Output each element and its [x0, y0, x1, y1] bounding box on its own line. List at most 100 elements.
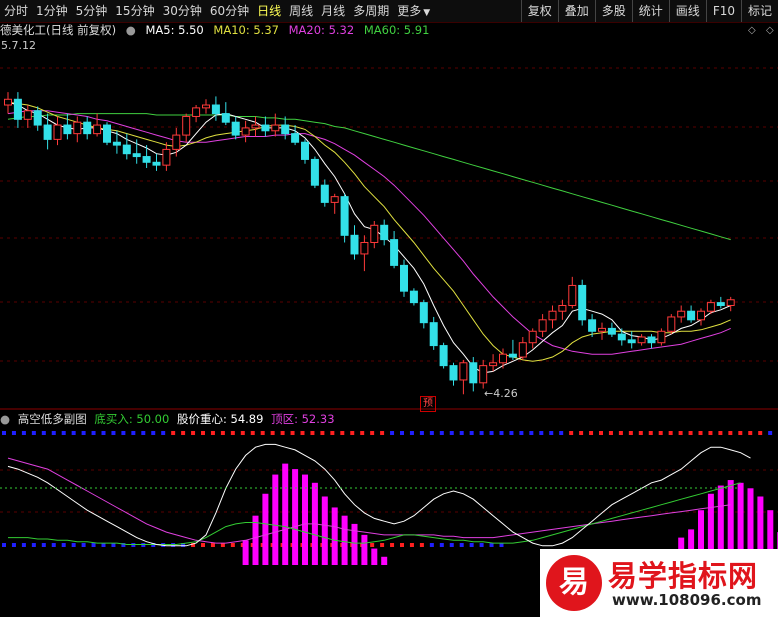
- top-dot-69: [688, 431, 693, 435]
- top-dot-58: [579, 431, 584, 435]
- bottom-dot-46: [459, 543, 464, 547]
- watermark-logo: 易: [546, 555, 602, 611]
- candle-body-71: [706, 302, 715, 312]
- candle-body-36: [360, 241, 369, 255]
- top-dot-34: [340, 431, 345, 435]
- candle-body-70: [697, 310, 705, 321]
- low-price-label: ←4.26: [484, 387, 518, 400]
- candle-body-56: [558, 304, 567, 312]
- buy-value: 底买入: 50.00: [94, 412, 170, 426]
- candle-body-64: [637, 336, 646, 344]
- bottom-dot-38: [380, 543, 385, 547]
- candle-body-66: [657, 330, 666, 344]
- top-dot-50: [499, 431, 504, 435]
- top-dot-59: [589, 431, 594, 435]
- top-dot-68: [678, 431, 683, 435]
- buy-line: [8, 482, 741, 545]
- candle-body-57: [568, 284, 577, 306]
- top-dot-31: [310, 431, 315, 435]
- top-dot-41: [409, 431, 414, 435]
- candle-body-9: [93, 124, 102, 135]
- top-dot-19: [191, 431, 196, 435]
- bottom-dot-49: [489, 543, 494, 547]
- top-dot-6: [61, 431, 66, 435]
- top-dot-71: [708, 431, 713, 435]
- indicator-bar-33: [331, 507, 338, 565]
- top-dot-1: [11, 431, 16, 435]
- indicator-info: ● 高空低多副图 底买入: 50.00 股价重心: 54.89 顶区: 52.3…: [0, 411, 778, 427]
- candle-body-15: [152, 161, 161, 166]
- candle-body-54: [538, 319, 547, 332]
- top-dot-39: [390, 431, 395, 435]
- candle-body-25: [251, 124, 260, 129]
- indicator-bar-24: [242, 540, 249, 565]
- indicator-bar-28: [282, 463, 289, 565]
- top-dot-54: [539, 431, 544, 435]
- candle-body-28: [281, 124, 290, 135]
- bottom-dot-3: [31, 543, 36, 547]
- candle-body-4: [43, 124, 52, 140]
- price-center-line: [7, 443, 751, 547]
- top-dot-53: [529, 431, 534, 435]
- top-dot-74: [738, 431, 743, 435]
- top-dot-65: [648, 431, 653, 435]
- top-dot-11: [111, 431, 116, 435]
- bottom-dot-47: [469, 543, 474, 547]
- top-dot-67: [668, 431, 673, 435]
- candle-body-6: [63, 124, 72, 135]
- candle-body-42: [419, 302, 428, 324]
- candle-body-49: [489, 362, 498, 367]
- top-dot-70: [698, 431, 703, 435]
- indicator-name[interactable]: 高空低多副图: [18, 412, 87, 426]
- bottom-dot-8: [81, 543, 86, 547]
- top-dot-52: [519, 431, 524, 435]
- watermark-url: www.108096.com: [612, 591, 762, 609]
- top-dot-25: [250, 431, 255, 435]
- candle-body-0: [4, 98, 12, 106]
- top-dot-43: [429, 431, 434, 435]
- top-dot-49: [489, 431, 494, 435]
- candle-body-33: [330, 196, 339, 203]
- candle-body-19: [192, 107, 201, 117]
- indicator-settings-icon[interactable]: ●: [0, 412, 10, 426]
- top-dot-47: [469, 431, 474, 435]
- candle-body-60: [598, 327, 606, 332]
- top-dot-2: [21, 431, 26, 435]
- top-dot-45: [449, 431, 454, 435]
- top-dot-22: [220, 431, 225, 435]
- top-dot-48: [479, 431, 484, 435]
- candle-body-61: [607, 327, 616, 335]
- top-dot-46: [459, 431, 464, 435]
- bottom-dot-4: [41, 543, 46, 547]
- candle-body-39: [390, 239, 399, 266]
- top-dot-32: [320, 431, 325, 435]
- top-dot-73: [728, 431, 733, 435]
- top-dot-37: [370, 431, 375, 435]
- price-chart[interactable]: [0, 0, 778, 617]
- bottom-dot-6: [61, 543, 66, 547]
- top-dot-15: [151, 431, 156, 435]
- candle-body-29: [291, 133, 300, 143]
- candle-body-72: [716, 302, 725, 306]
- candle-body-34: [340, 196, 349, 236]
- candle-body-11: [112, 141, 121, 146]
- candle-body-38: [380, 224, 389, 241]
- bottom-dot-0: [2, 543, 6, 547]
- top-dot-77: [768, 431, 773, 435]
- candle-body-44: [439, 345, 448, 367]
- bottom-dot-20: [201, 543, 205, 547]
- top-dot-14: [141, 431, 146, 435]
- candle-body-14: [142, 156, 151, 163]
- candle-body-23: [231, 121, 240, 136]
- bottom-dot-42: [419, 543, 424, 547]
- top-dot-40: [400, 431, 404, 435]
- top-dot-26: [260, 431, 265, 435]
- indicator-bar-26: [262, 493, 269, 565]
- candle-body-47: [469, 362, 478, 384]
- top-dot-61: [608, 431, 613, 435]
- candle-body-48: [479, 365, 488, 384]
- candle-body-26: [261, 124, 270, 132]
- forecast-tag[interactable]: 预: [420, 396, 436, 412]
- top-dot-8: [81, 431, 86, 435]
- top-dot-12: [121, 431, 126, 435]
